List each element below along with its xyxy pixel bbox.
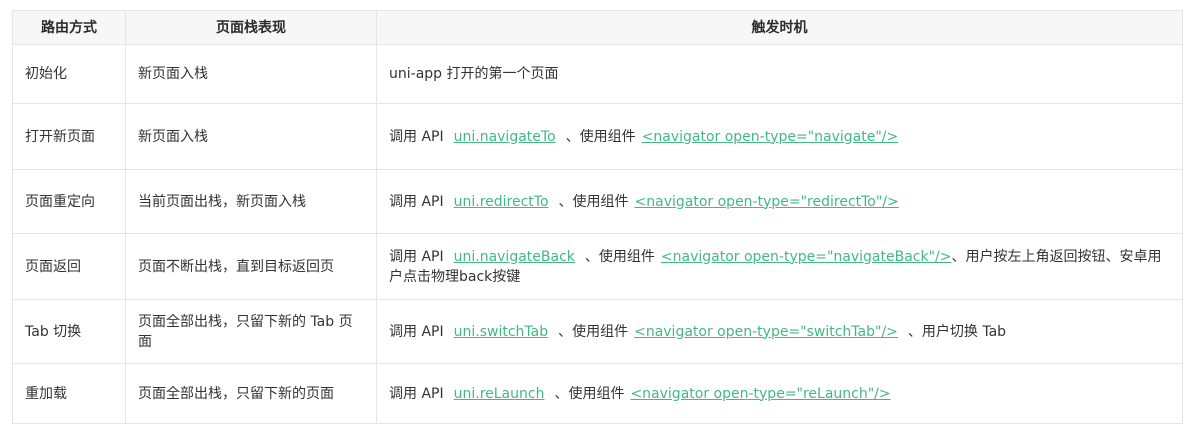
- cell-method: 重加载: [12, 363, 126, 424]
- cell-trigger: 调用 API uni.navigateTo 、使用组件 <navigator open…: [376, 103, 1183, 170]
- api-link-navigate-back[interactable]: uni.navigateBack: [454, 249, 575, 265]
- api-link-relaunch[interactable]: uni.reLaunch: [454, 386, 545, 402]
- cell-stack: 当前页面出栈，新页面入栈: [125, 169, 377, 234]
- api-link-navigate-to[interactable]: uni.navigateTo: [454, 129, 556, 145]
- cell-trigger: 调用 API uni.redirectTo 、使用组件 <navigator open…: [376, 169, 1183, 234]
- table-row: 重加载 页面全部出栈，只留下新的页面 调用 API uni.reLaunch 、使用…: [12, 363, 1183, 424]
- component-link-switch-tab[interactable]: <navigator open-type="switchTab"/>: [634, 324, 898, 340]
- column-header-method: 路由方式: [12, 10, 126, 45]
- cell-trigger: 调用 API uni.switchTab 、使用组件 <navigator open-…: [376, 299, 1183, 364]
- cell-stack: 页面不断出栈，直到目标返回页: [125, 233, 377, 300]
- column-header-stack: 页面栈表现: [125, 10, 377, 45]
- column-header-trigger: 触发时机: [376, 10, 1183, 45]
- cell-stack: 页面全部出栈，只留下新的页面: [125, 363, 377, 424]
- trigger-prefix: 调用 API: [389, 193, 444, 210]
- trigger-prefix: 调用 API: [389, 323, 444, 340]
- routing-table: 路由方式 页面栈表现 触发时机 初始化 新页面入栈 uni-app 打开的第一个…: [12, 10, 1183, 424]
- component-link-navigate-back[interactable]: <navigator open-type="navigateBack"/>: [661, 249, 952, 265]
- trigger-mid: 、使用组件: [565, 128, 636, 145]
- trigger-mid: 、使用组件: [584, 248, 655, 265]
- trigger-prefix: 调用 API: [389, 385, 444, 402]
- cell-stack: 页面全部出栈，只留下新的 Tab 页面: [125, 299, 377, 364]
- table-row: 初始化 新页面入栈 uni-app 打开的第一个页面: [12, 44, 1183, 104]
- table-header-row: 路由方式 页面栈表现 触发时机: [12, 10, 1183, 45]
- trigger-prefix: 调用 API: [389, 248, 444, 265]
- component-link-relaunch[interactable]: <navigator open-type="reLaunch"/>: [630, 386, 890, 402]
- cell-stack: 新页面入栈: [125, 44, 377, 104]
- trigger-mid: 、使用组件: [558, 193, 629, 210]
- component-link-navigate[interactable]: <navigator open-type="navigate"/>: [642, 129, 899, 145]
- table-row: 页面返回 页面不断出栈，直到目标返回页 调用 API uni.navigateBa…: [12, 233, 1183, 300]
- cell-trigger: uni-app 打开的第一个页面: [376, 44, 1183, 104]
- component-link-redirect-to[interactable]: <navigator open-type="redirectTo"/>: [635, 194, 899, 210]
- cell-method: 打开新页面: [12, 103, 126, 170]
- cell-stack: 新页面入栈: [125, 103, 377, 170]
- cell-trigger: 调用 API uni.reLaunch 、使用组件 <navigator open-t…: [376, 363, 1183, 424]
- api-link-switch-tab[interactable]: uni.switchTab: [454, 324, 548, 340]
- trigger-suffix: 、用户切换 Tab: [907, 323, 1007, 340]
- table-row: 页面重定向 当前页面出栈，新页面入栈 调用 API uni.redirectTo 、…: [12, 169, 1183, 234]
- trigger-mid: 、使用组件: [558, 323, 629, 340]
- cell-method: Tab 切换: [12, 299, 126, 364]
- cell-method: 初始化: [12, 44, 126, 104]
- table-row: Tab 切换 页面全部出栈，只留下新的 Tab 页面 调用 API uni.swi…: [12, 299, 1183, 364]
- trigger-mid: 、使用组件: [554, 385, 625, 402]
- table-row: 打开新页面 新页面入栈 调用 API uni.navigateTo 、使用组件 <na…: [12, 103, 1183, 170]
- cell-method: 页面重定向: [12, 169, 126, 234]
- cell-method: 页面返回: [12, 233, 126, 300]
- api-link-redirect-to[interactable]: uni.redirectTo: [454, 194, 549, 210]
- trigger-prefix: 调用 API: [389, 128, 444, 145]
- cell-trigger: 调用 API uni.navigateBack 、使用组件 <navigator op…: [376, 233, 1183, 300]
